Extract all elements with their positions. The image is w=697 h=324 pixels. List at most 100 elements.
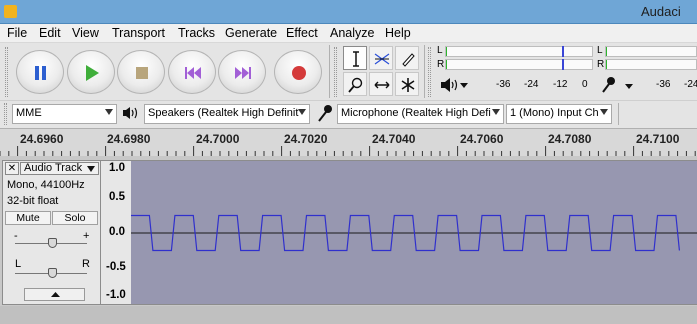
i-beam-icon (353, 51, 359, 67)
menu-analyze[interactable]: Analyze (330, 26, 374, 40)
input-device-select[interactable]: Microphone (Realtek High Defi (337, 104, 504, 124)
output-device-value: Speakers (Realtek High Definit (148, 107, 299, 119)
double-arrow-icon (374, 81, 390, 89)
menu-view[interactable]: View (72, 26, 99, 40)
skip-start-icon (185, 67, 201, 79)
envelope-icon (374, 53, 390, 65)
speaker-meter-menu[interactable] (440, 78, 470, 95)
microphone-icon (318, 105, 332, 122)
microphone-icon (602, 77, 633, 93)
selection-tool[interactable] (343, 46, 367, 70)
skip-to-start-button[interactable] (168, 50, 216, 94)
device-grip[interactable] (4, 103, 7, 125)
multi-tool[interactable] (395, 72, 419, 96)
meter-grip[interactable] (428, 47, 431, 97)
play-meter-l-label: L (597, 45, 603, 56)
chevron-down-icon (600, 109, 608, 115)
status-area (0, 306, 697, 324)
record-meter-right[interactable] (445, 59, 593, 70)
title-bar (0, 0, 697, 24)
tools-grip[interactable] (334, 47, 337, 97)
timeline-label: 24.7000 (196, 132, 240, 146)
amplitude-label: 0.5 (109, 191, 125, 203)
input-microphone-icon (316, 104, 334, 125)
zoom-tool[interactable] (343, 72, 367, 96)
chevron-down-icon (105, 109, 113, 115)
speaker-icon (441, 78, 468, 92)
menu-file[interactable]: File (7, 26, 27, 40)
timeline-label: 24.7040 (372, 132, 416, 146)
asterisk-icon (401, 78, 415, 92)
record-meter-l-label: L (437, 45, 443, 56)
collapse-track-button[interactable] (24, 288, 85, 301)
app-icon (4, 5, 17, 18)
timeline-ticks (0, 146, 696, 156)
input-channels-select[interactable]: 1 (Mono) Input Ch (506, 104, 612, 124)
close-track-button[interactable]: ✕ (5, 162, 19, 175)
draw-tool[interactable] (395, 46, 419, 70)
record-tick: -36 (496, 79, 511, 90)
timeline-label: 24.6960 (20, 132, 64, 146)
pause-icon (35, 66, 46, 80)
mute-label: Mute (16, 212, 40, 224)
play-meter-r-label: R (597, 59, 605, 70)
chevron-down-icon (87, 166, 95, 172)
triangle-up-icon (51, 292, 60, 297)
toolbar-grip[interactable] (5, 47, 8, 97)
play-tick: -24 (684, 79, 697, 90)
amplitude-label: 1.0 (109, 162, 125, 174)
record-button[interactable] (274, 50, 322, 94)
stop-button[interactable] (117, 50, 165, 94)
track-name-menu[interactable]: Audio Track (20, 162, 99, 175)
timeline-label: 24.6980 (107, 132, 151, 146)
record-meter-r-label: R (437, 59, 445, 70)
menu-effect[interactable]: Effect (286, 26, 318, 40)
envelope-tool[interactable] (369, 46, 393, 70)
menu-help[interactable]: Help (385, 26, 411, 40)
window-title: Audaci (641, 4, 681, 19)
record-meter-left[interactable] (445, 46, 593, 57)
amplitude-label: -1.0 (106, 289, 126, 301)
stop-icon (136, 67, 148, 79)
track-name: Audio Track (24, 162, 83, 174)
magnifier-icon (348, 77, 363, 93)
timeline-label: 24.7020 (284, 132, 328, 146)
record-tick: -24 (524, 79, 539, 90)
skip-end-icon (235, 67, 251, 79)
output-device-select[interactable]: Speakers (Realtek High Definit (144, 104, 310, 124)
time-shift-tool[interactable] (369, 72, 393, 96)
toolbar-separator (424, 45, 425, 98)
gain-slider[interactable] (48, 238, 57, 248)
play-button[interactable] (67, 50, 115, 94)
skip-to-end-button[interactable] (218, 50, 266, 94)
timeline-label: 24.7060 (460, 132, 504, 146)
menu-generate[interactable]: Generate (225, 26, 277, 40)
solo-label: Solo (64, 212, 86, 224)
solo-button[interactable]: Solo (52, 211, 98, 225)
play-icon (86, 65, 99, 81)
track-sample-rate: Mono, 44100Hz (7, 179, 85, 191)
pan-right-label: R (82, 258, 90, 270)
menu-tracks[interactable]: Tracks (178, 26, 215, 40)
mute-button[interactable]: Mute (5, 211, 51, 225)
close-icon: ✕ (7, 163, 17, 174)
amplitude-label: 0.0 (109, 226, 125, 238)
microphone-meter-menu[interactable] (600, 76, 636, 97)
output-speaker-icon (122, 106, 140, 123)
toolbar-separator (329, 45, 330, 98)
speaker-icon (123, 107, 138, 119)
play-meter-right[interactable] (605, 59, 697, 70)
timeline-label: 24.7080 (548, 132, 592, 146)
pan-slider[interactable] (48, 268, 57, 278)
pause-button[interactable] (16, 50, 64, 94)
audio-host-value: MME (16, 107, 42, 119)
menu-edit[interactable]: Edit (39, 26, 61, 40)
play-meter-left[interactable] (605, 46, 697, 57)
menu-transport[interactable]: Transport (112, 26, 165, 40)
pan-left-label: L (15, 258, 22, 270)
input-channels-value: 1 (Mono) Input Ch (510, 107, 599, 119)
audio-host-select[interactable]: MME (12, 104, 117, 124)
toolbar-separator (618, 103, 619, 125)
amplitude-label: -0.5 (106, 261, 126, 273)
gain-minus-label: - (14, 230, 18, 242)
